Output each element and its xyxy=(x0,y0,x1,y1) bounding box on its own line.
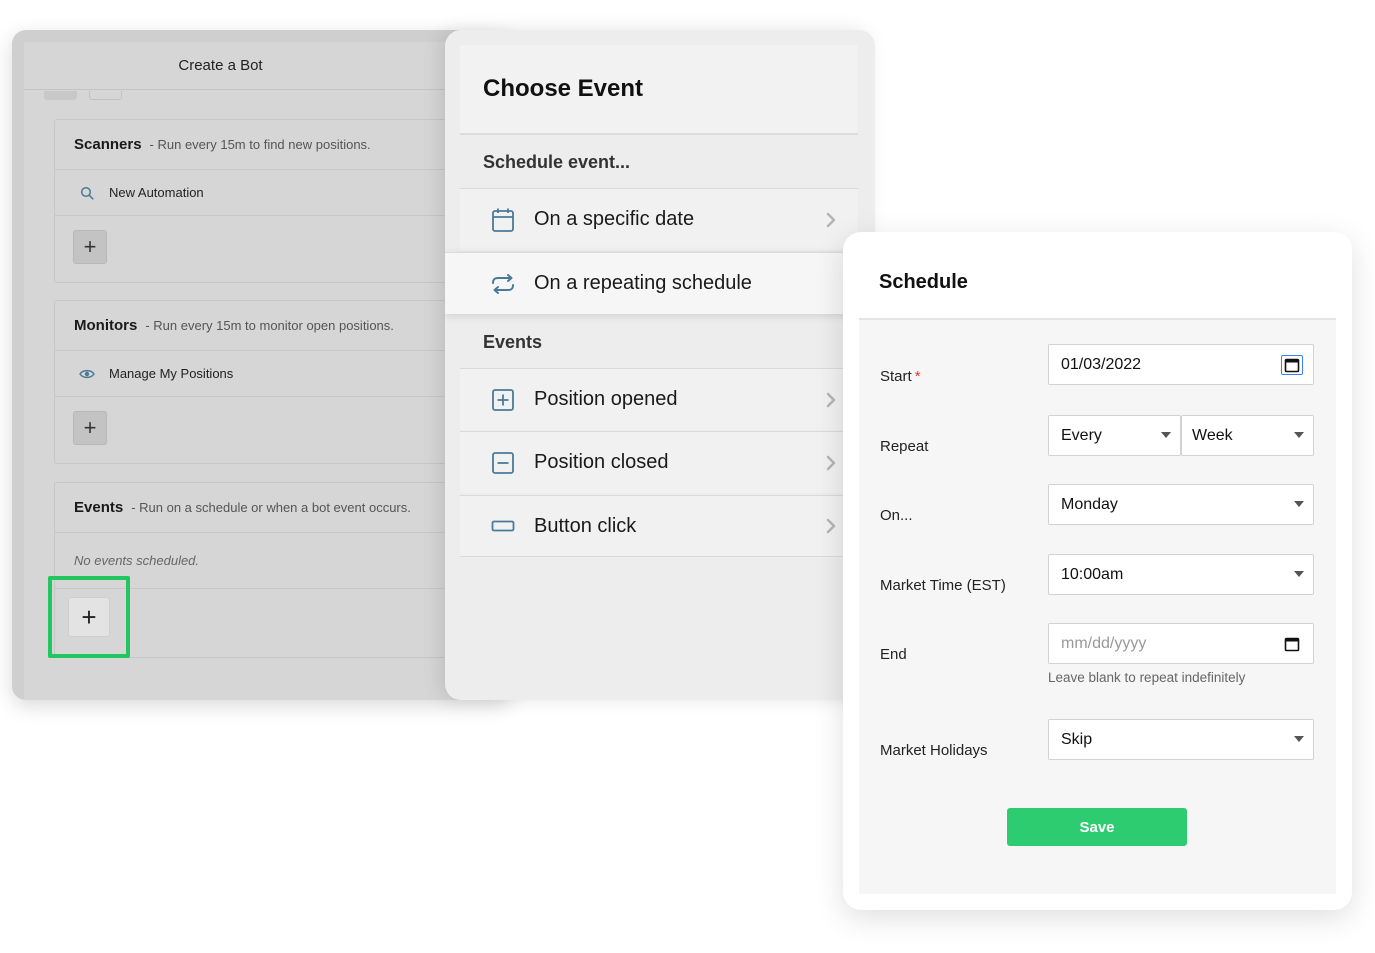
day-select[interactable]: Monday xyxy=(1048,484,1314,525)
end-date-help: Leave blank to repeat indefinitely xyxy=(1048,670,1246,685)
button-icon xyxy=(490,513,516,539)
scanner-item-label: New Automation xyxy=(109,185,204,200)
create-bot-title: Create a Bot xyxy=(178,57,263,74)
schedule-title: Schedule xyxy=(879,270,968,293)
schedule-group-label: Schedule event... xyxy=(483,151,631,172)
calendar-picker-icon[interactable] xyxy=(1281,634,1303,654)
save-button[interactable]: Save xyxy=(1007,808,1187,846)
choose-event-title: Choose Event xyxy=(483,75,644,102)
required-marker: * xyxy=(914,368,921,385)
ghost-tabs xyxy=(44,91,122,100)
scanners-section: Scanners - Run every 15m to find new pos… xyxy=(54,119,512,283)
event-option-position-closed[interactable]: Position closed xyxy=(460,431,858,493)
add-scanner-button[interactable]: + xyxy=(73,230,107,264)
monitors-subtitle: - Run every 15m to monitor open position… xyxy=(145,318,394,333)
schedule-header: Schedule xyxy=(859,246,1336,320)
start-date-value: 01/03/2022 xyxy=(1061,355,1142,373)
monitors-section: Monitors - Run every 15m to monitor open… xyxy=(54,300,512,464)
calendar-icon xyxy=(490,207,516,233)
plus-square-icon xyxy=(490,387,516,413)
start-label-text: Start xyxy=(880,368,912,385)
end-date-input[interactable]: mm/dd/yyyy xyxy=(1048,623,1314,664)
on-label: On... xyxy=(880,507,913,524)
scanners-subtitle: - Run every 15m to find new positions. xyxy=(149,137,371,152)
repeat-label: Repeat xyxy=(880,438,929,455)
market-time-select[interactable]: 10:00am xyxy=(1048,554,1314,595)
schedule-form: Schedule Start * 01/03/2022 Repeat Every … xyxy=(859,246,1336,894)
repeat-every-select[interactable]: Every xyxy=(1048,415,1181,456)
event-option-label: On a specific date xyxy=(534,208,695,230)
repeat-every-value: Every xyxy=(1061,426,1102,444)
monitors-add-wrap: + xyxy=(55,397,512,461)
scanners-header: Scanners - Run every 15m to find new pos… xyxy=(55,120,512,170)
schedule-panel: Schedule Start * 01/03/2022 Repeat Every … xyxy=(843,232,1352,910)
scanners-title: Scanners xyxy=(74,136,142,153)
add-monitor-button[interactable]: + xyxy=(73,411,107,445)
market-holidays-select[interactable]: Skip xyxy=(1048,719,1314,760)
market-time-value: 10:00am xyxy=(1061,565,1124,583)
event-option-label: On a repeating schedule xyxy=(534,272,752,294)
monitor-item-label: Manage My Positions xyxy=(109,366,234,381)
chevron-right-icon xyxy=(826,518,840,534)
event-option-label: Position closed xyxy=(534,451,669,473)
caret-down-icon xyxy=(1161,432,1171,438)
events-subtitle: - Run on a schedule or when a bot event … xyxy=(131,500,411,515)
start-date-input[interactable]: 01/03/2022 xyxy=(1048,344,1314,385)
monitors-header: Monitors - Run every 15m to monitor open… xyxy=(55,301,512,351)
market-holidays-label: Market Holidays xyxy=(880,742,988,759)
event-option-label: Position opened xyxy=(534,388,678,410)
ghost-tab[interactable] xyxy=(89,91,122,100)
create-bot-header: Create a Bot xyxy=(24,42,512,90)
ghost-tab[interactable] xyxy=(44,91,77,100)
event-option-repeating-schedule[interactable]: On a repeating schedule xyxy=(445,252,875,314)
choose-event-panel: Choose Event Schedule event... On a spec… xyxy=(445,30,875,700)
add-event-highlight: + xyxy=(48,576,130,658)
event-option-specific-date[interactable]: On a specific date xyxy=(460,188,858,250)
eye-icon xyxy=(79,366,95,382)
caret-down-icon xyxy=(1294,501,1304,507)
choose-event-header: Choose Event xyxy=(460,45,858,135)
event-option-label: Button click xyxy=(534,514,637,537)
repeat-unit-select[interactable]: Week xyxy=(1181,415,1314,456)
market-time-label: Market Time (EST) xyxy=(880,577,1006,594)
chevron-right-icon xyxy=(826,392,840,408)
monitor-item[interactable]: Manage My Positions xyxy=(55,351,512,397)
events-title: Events xyxy=(74,499,124,516)
start-label: Start * xyxy=(880,368,921,385)
caret-down-icon xyxy=(1294,736,1304,742)
add-event-button[interactable]: + xyxy=(68,597,110,637)
repeat-unit-value: Week xyxy=(1192,426,1233,444)
scanner-item[interactable]: New Automation xyxy=(55,170,512,216)
market-holidays-value: Skip xyxy=(1061,730,1093,748)
caret-down-icon xyxy=(1294,432,1304,438)
minus-square-icon xyxy=(490,450,516,476)
end-date-placeholder: mm/dd/yyyy xyxy=(1061,634,1147,652)
day-value: Monday xyxy=(1061,495,1118,513)
event-option-position-opened[interactable]: Position opened xyxy=(460,368,858,430)
end-label: End xyxy=(880,646,907,663)
monitors-title: Monitors xyxy=(74,317,138,334)
repeat-icon xyxy=(490,271,516,297)
chevron-right-icon xyxy=(826,212,840,228)
search-icon xyxy=(79,185,95,201)
calendar-picker-icon[interactable] xyxy=(1281,355,1303,375)
events-group-label: Events xyxy=(460,316,858,368)
chevron-right-icon xyxy=(826,455,840,471)
scanners-add-wrap: + xyxy=(55,216,512,280)
caret-down-icon xyxy=(1294,571,1304,577)
event-option-button-click[interactable]: Button click xyxy=(460,495,858,557)
events-header: Events - Run on a schedule or when a bot… xyxy=(55,483,512,533)
